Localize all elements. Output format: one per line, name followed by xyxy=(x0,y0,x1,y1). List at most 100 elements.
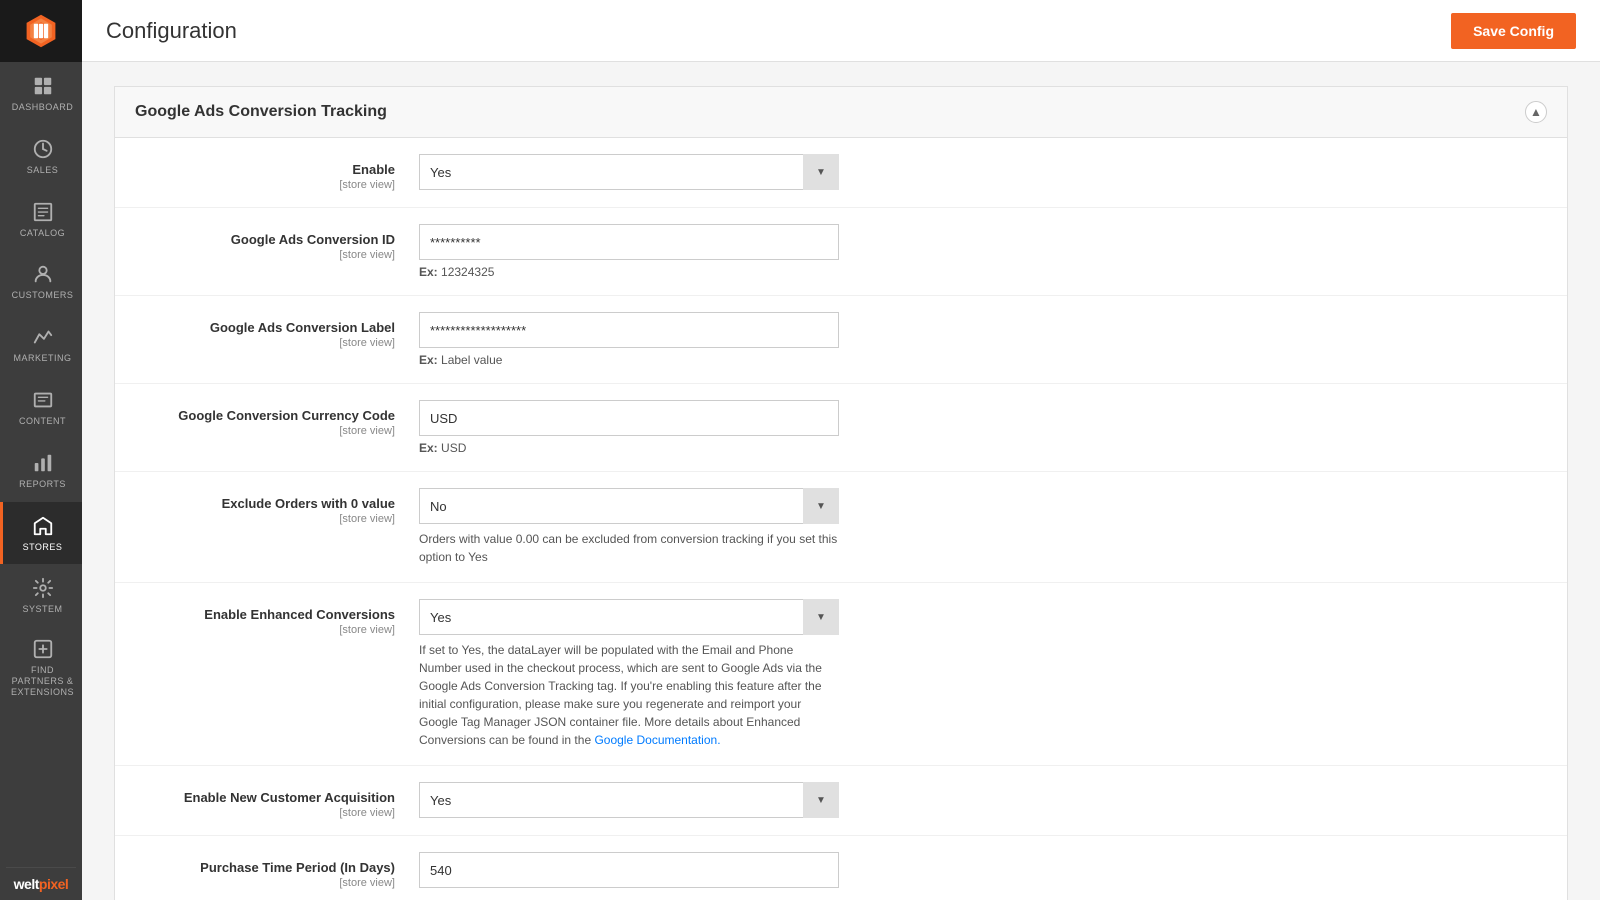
sidebar-item-find-partners[interactable]: FIND PARTNERS & EXTENSIONS xyxy=(0,627,82,707)
sidebar-item-system[interactable]: SYSTEM xyxy=(0,564,82,627)
currency-code-control-col: Ex: USD xyxy=(419,400,1543,455)
sidebar-item-catalog-label: CATALOG xyxy=(20,228,65,239)
currency-code-scope: [store view] xyxy=(139,425,395,437)
new-customer-control-col: Yes No ▼ xyxy=(419,782,1543,818)
sales-icon xyxy=(31,137,55,161)
conversion-label-hint: Ex: Label value xyxy=(419,353,1543,367)
exclude-orders-row: Exclude Orders with 0 value [store view]… xyxy=(115,472,1567,583)
conversion-label-row: Google Ads Conversion Label [store view]… xyxy=(115,296,1567,384)
sidebar-item-marketing[interactable]: MARKETING xyxy=(0,313,82,376)
sidebar-item-stores[interactable]: STORES xyxy=(0,502,82,565)
sidebar-item-marketing-label: MARKETING xyxy=(13,353,71,364)
currency-code-label: Google Conversion Currency Code xyxy=(139,408,395,423)
dashboard-icon xyxy=(31,74,55,98)
exclude-orders-scope: [store view] xyxy=(139,513,395,525)
conversion-id-label-col: Google Ads Conversion ID [store view] xyxy=(139,224,419,261)
sidebar-item-customers[interactable]: CUSTOMERS xyxy=(0,250,82,313)
weltpixel-logo-text: weltpixel xyxy=(14,876,69,892)
currency-code-hint: Ex: USD xyxy=(419,441,1543,455)
enable-select[interactable]: Yes No xyxy=(419,154,839,190)
sidebar-item-system-label: SYSTEM xyxy=(22,604,62,615)
content-icon xyxy=(31,388,55,412)
enable-select-wrapper: Yes No ▼ xyxy=(419,154,839,190)
purchase-time-control-col xyxy=(419,852,1543,888)
purchase-time-label: Purchase Time Period (In Days) xyxy=(139,860,395,875)
conversion-id-control-col: Ex: 12324325 xyxy=(419,224,1543,279)
enhanced-conversions-label-col: Enable Enhanced Conversions [store view] xyxy=(139,599,419,636)
exclude-orders-label-col: Exclude Orders with 0 value [store view] xyxy=(139,488,419,525)
new-customer-row: Enable New Customer Acquisition [store v… xyxy=(115,766,1567,836)
google-documentation-link[interactable]: Google Documentation. xyxy=(594,733,720,747)
sidebar-item-reports[interactable]: REPORTS xyxy=(0,439,82,502)
enhanced-conversions-control-col: Yes No ▼ If set to Yes, the dataLayer wi… xyxy=(419,599,1543,749)
customers-icon xyxy=(31,262,55,286)
purchase-time-input[interactable] xyxy=(419,852,839,888)
exclude-orders-control-col: No Yes ▼ Orders with value 0.00 can be e… xyxy=(419,488,1543,566)
conversion-id-row: Google Ads Conversion ID [store view] Ex… xyxy=(115,208,1567,296)
currency-code-label-col: Google Conversion Currency Code [store v… xyxy=(139,400,419,437)
enhanced-conversions-scope: [store view] xyxy=(139,624,395,636)
currency-code-input[interactable] xyxy=(419,400,839,436)
sidebar-item-dashboard[interactable]: DASHBOARD xyxy=(0,62,82,125)
conversion-id-input[interactable] xyxy=(419,224,839,260)
topbar: Configuration Save Config xyxy=(82,0,1600,62)
exclude-orders-select-wrapper: No Yes ▼ xyxy=(419,488,839,524)
save-config-button[interactable]: Save Config xyxy=(1451,13,1576,49)
currency-code-row: Google Conversion Currency Code [store v… xyxy=(115,384,1567,472)
stores-icon xyxy=(31,514,55,538)
new-customer-select[interactable]: Yes No xyxy=(419,782,839,818)
purchase-time-scope: [store view] xyxy=(139,877,395,889)
exclude-orders-label: Exclude Orders with 0 value xyxy=(139,496,395,511)
enable-label-col: Enable [store view] xyxy=(139,154,419,191)
new-customer-label: Enable New Customer Acquisition xyxy=(139,790,395,805)
conversion-label-scope: [store view] xyxy=(139,337,395,349)
sidebar-item-stores-label: STORES xyxy=(23,542,63,553)
conversion-label-control-col: Ex: Label value xyxy=(419,312,1543,367)
conversion-label-label-col: Google Ads Conversion Label [store view] xyxy=(139,312,419,349)
sidebar: DASHBOARD SALES CATALOG CUSTOMERS MARKET… xyxy=(0,0,82,900)
new-customer-scope: [store view] xyxy=(139,807,395,819)
enable-scope: [store view] xyxy=(139,179,395,191)
tracking-section-header[interactable]: Google Ads Conversion Tracking ▲ xyxy=(115,87,1567,138)
purchase-time-label-col: Purchase Time Period (In Days) [store vi… xyxy=(139,852,419,889)
sidebar-item-sales-label: SALES xyxy=(27,165,59,176)
marketing-icon xyxy=(31,325,55,349)
tracking-section-toggle[interactable]: ▲ xyxy=(1525,101,1547,123)
enhanced-conversions-desc: If set to Yes, the dataLayer will be pop… xyxy=(419,641,839,749)
main-area: Configuration Save Config Google Ads Con… xyxy=(82,0,1600,900)
sidebar-item-sales[interactable]: SALES xyxy=(0,125,82,188)
catalog-icon xyxy=(31,200,55,224)
enhanced-conversions-row: Enable Enhanced Conversions [store view]… xyxy=(115,583,1567,766)
exclude-orders-desc: Orders with value 0.00 can be excluded f… xyxy=(419,530,839,566)
enable-row: Enable [store view] Yes No ▼ xyxy=(115,138,1567,208)
conversion-id-label: Google Ads Conversion ID xyxy=(139,232,395,247)
new-customer-select-wrapper: Yes No ▼ xyxy=(419,782,839,818)
sidebar-item-find-partners-label: FIND PARTNERS & EXTENSIONS xyxy=(7,665,78,697)
enhanced-conversions-select[interactable]: Yes No xyxy=(419,599,839,635)
content-area: Google Ads Conversion Tracking ▲ Enable … xyxy=(82,62,1600,900)
enable-label: Enable xyxy=(139,162,395,177)
sidebar-item-content[interactable]: CONTENT xyxy=(0,376,82,439)
system-icon xyxy=(31,576,55,600)
new-customer-label-col: Enable New Customer Acquisition [store v… xyxy=(139,782,419,819)
conversion-label-label: Google Ads Conversion Label xyxy=(139,320,395,335)
sidebar-item-dashboard-label: DASHBOARD xyxy=(12,102,74,113)
exclude-orders-select[interactable]: No Yes xyxy=(419,488,839,524)
sidebar-item-content-label: CONTENT xyxy=(19,416,66,427)
reports-icon xyxy=(31,451,55,475)
find-partners-icon xyxy=(31,637,55,661)
sidebar-logo xyxy=(0,0,82,62)
tracking-section-title: Google Ads Conversion Tracking xyxy=(135,103,387,121)
enable-control-col: Yes No ▼ xyxy=(419,154,1543,190)
sidebar-item-reports-label: REPORTS xyxy=(19,479,66,490)
conversion-id-scope: [store view] xyxy=(139,249,395,261)
weltpixel-branding: weltpixel xyxy=(6,867,77,900)
conversion-label-input[interactable] xyxy=(419,312,839,348)
magento-logo-icon xyxy=(23,13,59,49)
enhanced-conversions-label: Enable Enhanced Conversions xyxy=(139,607,395,622)
tracking-section: Google Ads Conversion Tracking ▲ Enable … xyxy=(114,86,1568,900)
purchase-time-row: Purchase Time Period (In Days) [store vi… xyxy=(115,836,1567,900)
sidebar-item-catalog[interactable]: CATALOG xyxy=(0,188,82,251)
conversion-id-hint: Ex: 12324325 xyxy=(419,265,1543,279)
sidebar-item-customers-label: CUSTOMERS xyxy=(12,290,74,301)
